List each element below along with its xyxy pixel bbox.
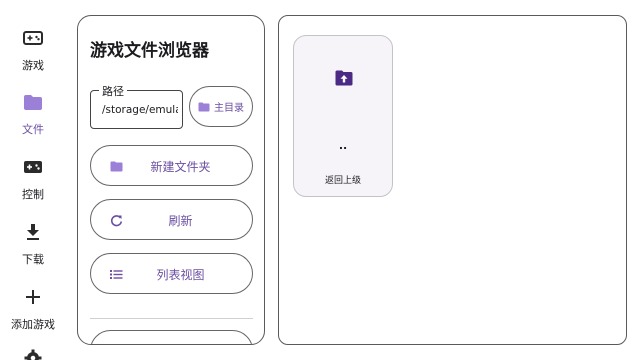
divider xyxy=(90,318,253,319)
settings-icon xyxy=(22,347,44,360)
file-item-name: .. xyxy=(338,139,348,152)
folder-icon xyxy=(198,97,210,116)
list-view-label: 列表视图 xyxy=(156,268,205,282)
download-icon xyxy=(22,221,44,243)
nav-item-games[interactable]: 游戏 xyxy=(0,27,66,73)
path-input[interactable]: 路径 /storage/emulated/0 xyxy=(90,83,183,129)
file-grid-panel: .. 返回上级 xyxy=(278,15,627,345)
nav-item-downloads[interactable]: 下载 xyxy=(0,221,66,267)
nav-item-label: 文件 xyxy=(22,123,44,136)
nav-item-label: 下载 xyxy=(22,253,44,266)
file-item-parent-directory[interactable]: .. 返回上级 xyxy=(293,35,393,197)
new-folder-label: 新建文件夹 xyxy=(150,160,211,174)
nav-item-label: 添加游戏 xyxy=(11,318,55,331)
folder-icon xyxy=(22,91,44,113)
add-icon xyxy=(22,286,44,308)
nav-item-files[interactable]: 文件 xyxy=(0,91,66,137)
more-button[interactable] xyxy=(90,330,253,344)
path-input-label: 路径 xyxy=(99,83,127,99)
file-item-subtitle: 返回上级 xyxy=(324,176,361,186)
page-title: 游戏文件浏览器 xyxy=(90,41,209,61)
home-directory-label: 主目录 xyxy=(214,103,244,114)
file-browser-controls-panel: 游戏文件浏览器 路径 /storage/emulated/0 主目录 新建文件夹… xyxy=(77,15,265,345)
nav-item-controls[interactable]: 控制 xyxy=(0,156,66,202)
nav-item-add-game[interactable]: 添加游戏 xyxy=(0,286,66,332)
gamepad-icon xyxy=(22,27,44,49)
refresh-button[interactable]: 刷新 xyxy=(90,199,253,240)
folder-up-icon xyxy=(335,70,353,88)
home-directory-button[interactable]: 主目录 xyxy=(189,86,253,127)
refresh-label: 刷新 xyxy=(168,214,193,228)
controller-icon xyxy=(22,156,44,178)
new-folder-button[interactable]: 新建文件夹 xyxy=(90,145,253,186)
path-input-value[interactable]: /storage/emulated/0 xyxy=(102,104,178,116)
nav-item-label: 游戏 xyxy=(22,59,44,72)
navigation-rail: 游戏 文件 控制 下载 添加游戏 xyxy=(0,0,66,360)
nav-item-label: 控制 xyxy=(22,188,44,201)
list-view-button[interactable]: 列表视图 xyxy=(90,253,253,294)
nav-item-settings[interactable] xyxy=(0,347,66,360)
